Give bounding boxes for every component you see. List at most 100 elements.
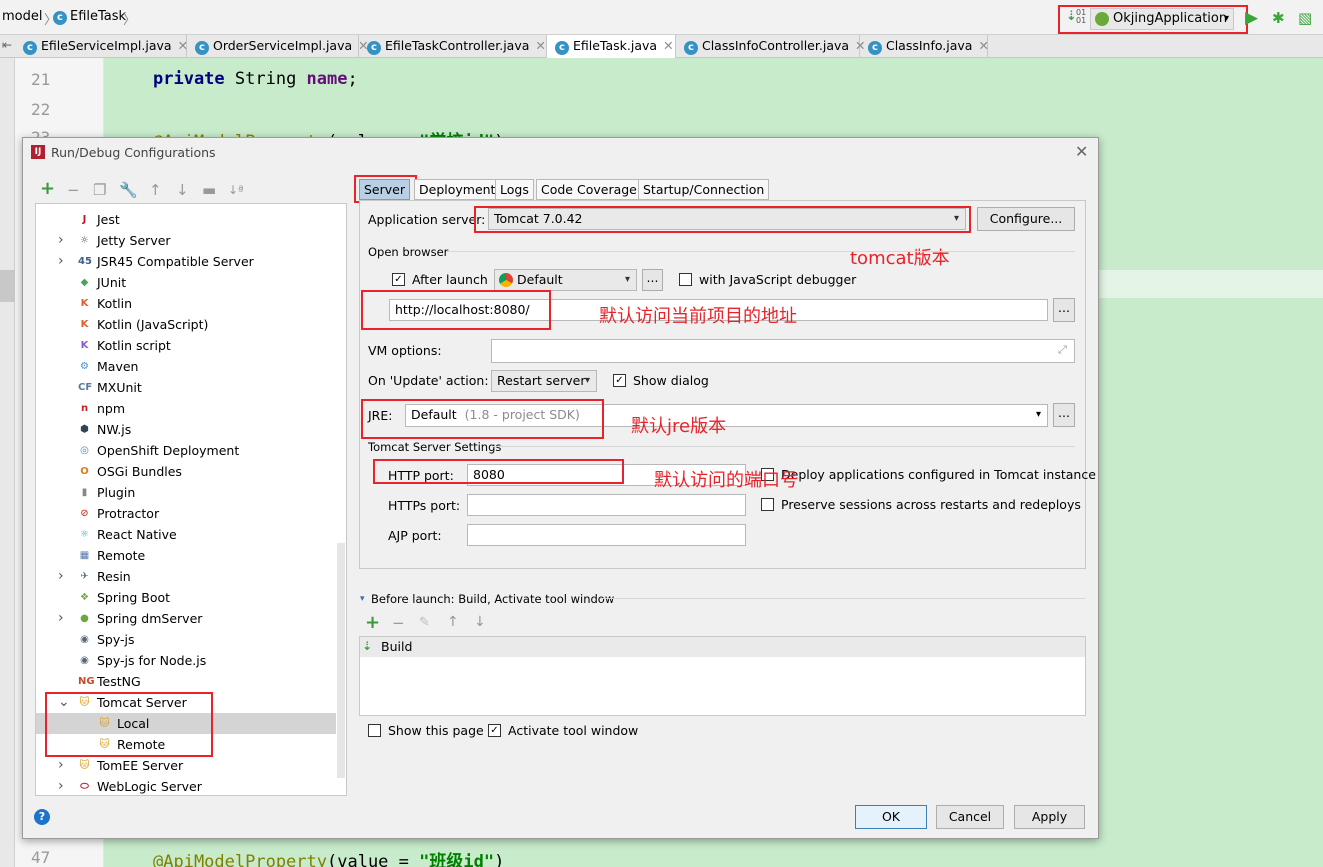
tree-item-protractor[interactable]: ⊘ Protractor xyxy=(36,503,336,524)
https-port-label: HTTPs port: xyxy=(388,498,461,513)
tab-server[interactable]: Server xyxy=(359,179,410,200)
tree-item-spy-js-for-node-js[interactable]: ◉ Spy-js for Node.js xyxy=(36,650,336,671)
tree-item-label: Spy-js for Node.js xyxy=(97,653,207,668)
cancel-button[interactable]: Cancel xyxy=(936,805,1004,829)
on-update-select[interactable]: Restart server ▾ xyxy=(491,370,597,392)
tree-item-testng[interactable]: NG TestNG xyxy=(36,671,336,692)
configure-button[interactable]: Configure... xyxy=(977,207,1075,231)
tree-item-mxunit[interactable]: CF MXUnit xyxy=(36,377,336,398)
folder-icon[interactable]: ▬ xyxy=(202,181,216,199)
tab-orderserviceimpl[interactable]: c OrderServiceImpl.java ✕ xyxy=(187,35,369,58)
arrow-down-icon[interactable]: ↓ xyxy=(474,614,486,630)
tree-item-resin[interactable]: › ✈ Resin xyxy=(36,566,336,587)
collapse-icon[interactable]: ▾ xyxy=(360,594,365,604)
tab-deployment[interactable]: Deployment xyxy=(414,179,501,200)
tab-efiletask[interactable]: c EfileTask.java ✕ xyxy=(547,35,676,58)
chevron-right-icon[interactable]: › xyxy=(58,566,64,587)
tab-startup-connection[interactable]: Startup/Connection xyxy=(638,179,770,200)
tree-item-kotlin[interactable]: K Kotlin xyxy=(36,293,336,314)
tree-item-kotlin-script[interactable]: K Kotlin script xyxy=(36,335,336,356)
breadcrumb-efiletask[interactable]: EfileTask xyxy=(70,9,126,24)
tree-item-maven[interactable]: ⚙ Maven xyxy=(36,356,336,377)
after-launch-checkbox[interactable]: ✓ xyxy=(392,273,405,286)
breadcrumb-model[interactable]: model xyxy=(2,9,42,24)
tab-efiletaskcontroller[interactable]: c EfileTaskController.java ✕ xyxy=(359,35,547,58)
ok-button[interactable]: OK xyxy=(855,805,927,829)
activate-window-checkbox[interactable]: ✓ xyxy=(488,724,501,737)
tree-item-react-native[interactable]: ⚛ React Native xyxy=(36,524,336,545)
tree-item-kotlin-javascript[interactable]: K Kotlin (JavaScript) xyxy=(36,314,336,335)
close-icon[interactable]: ✕ xyxy=(663,38,673,53)
show-page-label: Show this page xyxy=(388,723,484,738)
https-port-input[interactable] xyxy=(467,494,746,516)
tree-item-jsr45-compatible-server[interactable]: › 45 JSR45 Compatible Server xyxy=(36,251,336,272)
jre-options-button[interactable]: ... xyxy=(1053,403,1075,427)
tree-item-remote[interactable]: ▦ Remote xyxy=(36,545,336,566)
tree-item-jetty-server[interactable]: › ☼ Jetty Server xyxy=(36,230,336,251)
run-configuration-selector[interactable]: OkjingApplication ▾ xyxy=(1090,8,1234,30)
arrow-up-icon[interactable]: ↑ xyxy=(447,614,459,630)
tab-classinfo[interactable]: c ClassInfo.java ✕ xyxy=(860,35,989,58)
tree-item-spring-dmserver[interactable]: › ● Spring dmServer xyxy=(36,608,336,629)
chevron-right-icon[interactable]: › xyxy=(58,608,64,629)
debug-icon[interactable]: ✱ xyxy=(1272,9,1285,27)
wrench-icon[interactable]: 🔧 xyxy=(119,181,138,199)
annotation-tomcat-version: tomcat版本 xyxy=(850,248,950,269)
tree-scrollbar[interactable] xyxy=(337,543,345,778)
remove-icon[interactable]: − xyxy=(392,614,405,632)
chevron-right-icon[interactable]: › xyxy=(58,230,64,251)
tree-item-label: TomEE Server xyxy=(97,758,184,773)
remove-icon[interactable]: − xyxy=(67,181,80,199)
vm-options-input[interactable] xyxy=(491,339,1075,363)
browser-select[interactable]: Default ▾ xyxy=(494,269,637,291)
chevron-right-icon[interactable]: › xyxy=(58,755,64,776)
tabs-scroll-icon[interactable]: ⇤ xyxy=(2,38,12,52)
sort-icon[interactable]: ↓ª xyxy=(228,183,244,197)
apply-button[interactable]: Apply xyxy=(1014,805,1085,829)
build-icon: ⇣ xyxy=(362,639,373,653)
preserve-sessions-checkbox[interactable] xyxy=(761,498,774,511)
tree-item-label: OSGi Bundles xyxy=(97,464,182,479)
tree-item-spring-boot[interactable]: ❖ Spring Boot xyxy=(36,587,336,608)
tree-item-icon: ▮ xyxy=(81,487,88,498)
help-icon[interactable]: ? xyxy=(34,809,50,825)
run-configuration-label: OkjingApplication xyxy=(1113,11,1228,26)
expand-icon[interactable]: ⤢ xyxy=(1058,343,1067,357)
chevron-right-icon[interactable]: › xyxy=(58,251,64,272)
arrow-up-icon[interactable]: ↑ xyxy=(149,181,162,199)
arrow-down-icon[interactable]: ↓ xyxy=(176,181,189,199)
coverage-icon[interactable]: ▧ xyxy=(1298,9,1312,27)
show-page-checkbox[interactable] xyxy=(368,724,381,737)
tree-item-tomee-server[interactable]: › 🐱 TomEE Server xyxy=(36,755,336,776)
tree-item-nw-js[interactable]: ⬢ NW.js xyxy=(36,419,336,440)
browser-options-button[interactable]: ... xyxy=(642,269,663,291)
tree-item-npm[interactable]: n npm xyxy=(36,398,336,419)
tab-classinfocontroller[interactable]: c ClassInfoController.java ✕ xyxy=(676,35,866,58)
edit-icon[interactable]: ✎ xyxy=(419,615,430,630)
tree-item-jest[interactable]: J Jest xyxy=(36,209,336,230)
chevron-down-icon: ▾ xyxy=(584,375,590,386)
url-options-button[interactable]: ... xyxy=(1053,298,1075,322)
add-icon[interactable]: + xyxy=(365,612,380,633)
tree-item-junit[interactable]: ◆ JUnit xyxy=(36,272,336,293)
close-icon[interactable]: ✕ xyxy=(1075,142,1088,161)
show-dialog-checkbox[interactable]: ✓ xyxy=(613,374,626,387)
chevron-right-icon[interactable]: › xyxy=(58,776,64,795)
tree-item-spy-js[interactable]: ◉ Spy-js xyxy=(36,629,336,650)
tab-efileserviceimpl[interactable]: c EfileServiceImpl.java ✕ xyxy=(15,35,188,58)
tab-code-coverage[interactable]: Code Coverage xyxy=(536,179,642,200)
close-icon[interactable]: ✕ xyxy=(978,38,988,53)
close-icon[interactable]: ✕ xyxy=(535,38,545,53)
tree-item-openshift-deployment[interactable]: ◎ OpenShift Deployment xyxy=(36,440,336,461)
run-icon[interactable]: ▶ xyxy=(1245,8,1258,28)
add-icon[interactable]: + xyxy=(40,178,55,199)
chevron-down-icon: ▾ xyxy=(1035,409,1041,420)
tree-item-osgi-bundles[interactable]: O OSGi Bundles xyxy=(36,461,336,482)
ajp-port-input[interactable] xyxy=(467,524,746,546)
list-item[interactable]: ⇣ Build xyxy=(360,637,1085,657)
copy-icon[interactable]: ❐ xyxy=(93,181,106,199)
tree-item-weblogic-server[interactable]: › ⬭ WebLogic Server xyxy=(36,776,336,795)
tab-logs[interactable]: Logs xyxy=(495,179,534,200)
tree-item-plugin[interactable]: ▮ Plugin xyxy=(36,482,336,503)
js-debugger-checkbox[interactable] xyxy=(679,273,692,286)
